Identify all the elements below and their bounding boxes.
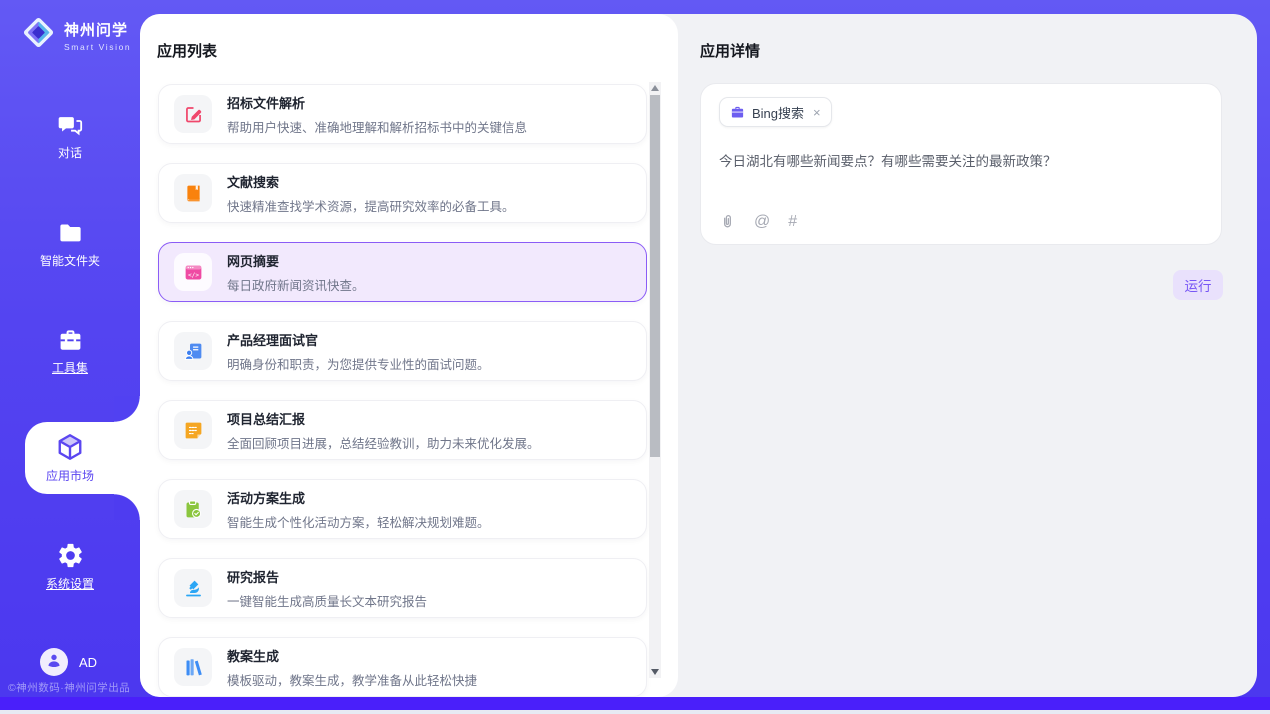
app-card-list: 招标文件解析 帮助用户快速、准确地理解和解析招标书中的关键信息 文献搜索 快速精…: [158, 84, 647, 697]
sidebar-item-app-market[interactable]: 应用市场: [0, 432, 140, 484]
avatar: [40, 648, 68, 676]
app-icon-box: [174, 332, 212, 370]
app-name: 项目总结汇报: [227, 409, 540, 428]
copyright-text: ©神州数码·神州问学出品: [8, 680, 130, 695]
close-icon[interactable]: ×: [813, 105, 821, 120]
sidebar-item-settings[interactable]: 系统设置: [0, 541, 140, 592]
sidebar: 神州问学 Smart Vision 对话 智能文件夹 工具集 应用市场 系统设置: [0, 0, 140, 714]
app-icon-box: [174, 411, 212, 449]
books-icon: [183, 657, 204, 678]
app-card[interactable]: 文献搜索 快速精准查找学术资源，提高研究效率的必备工具。: [158, 163, 647, 223]
scroll-up-arrow[interactable]: [651, 85, 659, 91]
app-icon-box: [174, 569, 212, 607]
brand-name: 神州问学: [64, 19, 131, 40]
app-desc: 明确身份和职责，为您提供专业性的面试问题。: [227, 354, 490, 373]
app-card[interactable]: 教案生成 模板驱动，教案生成，教学准备从此轻松快捷: [158, 637, 647, 697]
gear-icon: [0, 541, 140, 570]
app-card[interactable]: 研究报告 一键智能生成高质量长文本研究报告: [158, 558, 647, 618]
app-desc: 每日政府新闻资讯快查。: [227, 275, 365, 294]
app-name: 研究报告: [227, 567, 427, 586]
topic-icon[interactable]: #: [788, 214, 797, 230]
sidebar-item-label: 系统设置: [0, 575, 140, 592]
svg-text:</>: </>: [187, 271, 198, 278]
app-icon-box: [174, 648, 212, 686]
main-content: 应用列表 招标文件解析 帮助用户快速、准确地理解和解析招标书中的关键信息 文献搜…: [140, 14, 1257, 697]
app-card[interactable]: 招标文件解析 帮助用户快速、准确地理解和解析招标书中的关键信息: [158, 84, 647, 144]
app-detail-panel: 应用详情 Bing搜索 × 今日湖北有哪些新闻要点？有哪些需要关注的最新政策？ …: [678, 14, 1257, 697]
app-window: 神州问学 Smart Vision 对话 智能文件夹 工具集 应用市场 系统设置: [0, 0, 1270, 714]
interview-icon: [183, 341, 204, 362]
app-desc: 帮助用户快速、准确地理解和解析招标书中的关键信息: [227, 117, 527, 136]
app-name: 招标文件解析: [227, 93, 527, 112]
sidebar-item-chat[interactable]: 对话: [0, 112, 140, 161]
app-detail-title: 应用详情: [700, 40, 760, 61]
app-desc: 全面回顾项目进展，总结经验教训，助力未来优化发展。: [227, 433, 540, 452]
app-card[interactable]: 项目总结汇报 全面回顾项目进展，总结经验教训，助力未来优化发展。: [158, 400, 647, 460]
app-card[interactable]: </> 网页摘要 每日政府新闻资讯快查。: [158, 242, 647, 302]
document-edit-icon: [183, 104, 204, 125]
memo-icon: [183, 420, 204, 441]
app-desc: 一键智能生成高质量长文本研究报告: [227, 591, 427, 610]
briefcase-icon: [730, 105, 745, 120]
app-card[interactable]: 产品经理面试官 明确身份和职责，为您提供专业性的面试问题。: [158, 321, 647, 381]
app-name: 教案生成: [227, 646, 477, 665]
sidebar-item-smart-folder[interactable]: 智能文件夹: [0, 220, 140, 269]
app-icon-box: </>: [174, 253, 212, 291]
question-input[interactable]: 今日湖北有哪些新闻要点？有哪些需要关注的最新政策？: [719, 150, 1203, 170]
scrollbar[interactable]: [649, 82, 661, 678]
app-desc: 快速精准查找学术资源，提高研究效率的必备工具。: [227, 196, 515, 215]
bottom-base-bar: [0, 710, 1270, 714]
app-list-panel: 应用列表 招标文件解析 帮助用户快速、准确地理解和解析招标书中的关键信息 文献搜…: [140, 14, 678, 697]
microscope-icon: [183, 578, 204, 599]
app-icon-box: [174, 490, 212, 528]
folder-icon: [0, 220, 140, 247]
tool-tag-label: Bing搜索: [752, 103, 804, 122]
user-initials: AD: [79, 655, 97, 670]
app-name: 网页摘要: [227, 251, 365, 270]
app-name: 文献搜索: [227, 172, 515, 191]
sidebar-item-label: 应用市场: [0, 467, 140, 484]
clipboard-check-icon: [183, 499, 204, 520]
scroll-down-arrow[interactable]: [651, 669, 659, 675]
app-name: 活动方案生成: [227, 488, 490, 507]
tool-tag-bing-search[interactable]: Bing搜索 ×: [719, 97, 832, 127]
brand-diamond-icon: [20, 14, 57, 56]
app-list-title: 应用列表: [157, 40, 217, 61]
user-account[interactable]: AD: [40, 648, 97, 676]
prompt-input-card[interactable]: Bing搜索 × 今日湖北有哪些新闻要点？有哪些需要关注的最新政策？ @ #: [700, 83, 1222, 245]
bottom-accent-bar: [0, 697, 1270, 710]
run-button[interactable]: 运行: [1173, 270, 1223, 300]
app-name: 产品经理面试官: [227, 330, 490, 349]
app-icon-box: [174, 174, 212, 212]
brand-subtitle: Smart Vision: [64, 42, 131, 52]
sidebar-item-label: 工具集: [0, 359, 140, 376]
chat-icon: [0, 112, 140, 139]
mention-icon[interactable]: @: [754, 214, 770, 230]
scrollbar-thumb[interactable]: [650, 95, 660, 457]
toolbox-icon: [0, 327, 140, 354]
browser-code-icon: </>: [183, 262, 204, 283]
app-desc: 智能生成个性化活动方案，轻松解决规划难题。: [227, 512, 490, 531]
sidebar-item-label: 对话: [0, 144, 140, 161]
app-icon-box: [174, 95, 212, 133]
brand-logo: 神州问学 Smart Vision: [20, 14, 131, 56]
app-card[interactable]: 活动方案生成 智能生成个性化活动方案，轻松解决规划难题。: [158, 479, 647, 539]
book-icon: [183, 183, 204, 204]
person-icon: [45, 651, 63, 674]
sidebar-item-toolset[interactable]: 工具集: [0, 327, 140, 376]
app-desc: 模板驱动，教案生成，教学准备从此轻松快捷: [227, 670, 477, 689]
sidebar-item-label: 智能文件夹: [0, 252, 140, 269]
cube-icon: [0, 432, 140, 462]
attachment-icon[interactable]: [719, 213, 736, 230]
